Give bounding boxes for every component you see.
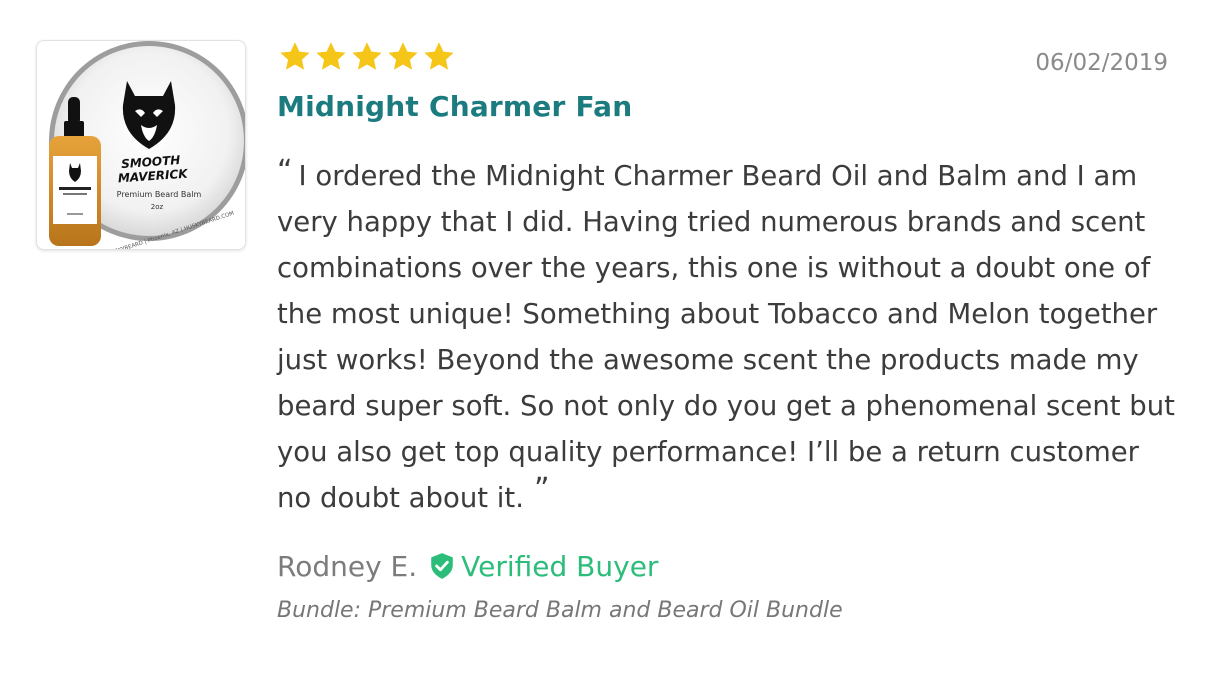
bundle-info: Bundle: Premium Beard Balm and Beard Oil… [277,598,843,623]
open-quote-icon: “ [277,154,293,189]
product-size-label: 2oz [151,203,164,211]
review-title: Midnight Charmer Fan [277,90,633,123]
product-image: SMOOTH MAVERICK Premium Beard Balm 2oz H… [49,41,245,249]
star-icon [352,42,382,70]
product-thumbnail[interactable]: SMOOTH MAVERICK Premium Beard Balm 2oz H… [36,40,246,250]
star-icon [280,42,310,70]
review-text: I ordered the Midnight Charmer Beard Oil… [277,160,1175,514]
star-icon [388,42,418,70]
star-icon [316,42,346,70]
verified-badge: Verified Buyer [429,550,658,583]
star-rating [278,40,456,76]
star-icon [424,42,454,70]
author-name: Rodney E. [277,549,418,583]
verified-label: Verified Buyer [461,549,659,583]
shield-check-icon [431,553,453,579]
review-body: “I ordered the Midnight Charmer Beard Oi… [277,153,1177,521]
product-name-label: Premium Beard Balm [117,190,202,199]
review-author-row: Rodney E. Verified Buyer [277,546,658,586]
review-date: 06/02/2019 [1035,50,1168,76]
close-quote-icon: ” [533,472,550,507]
